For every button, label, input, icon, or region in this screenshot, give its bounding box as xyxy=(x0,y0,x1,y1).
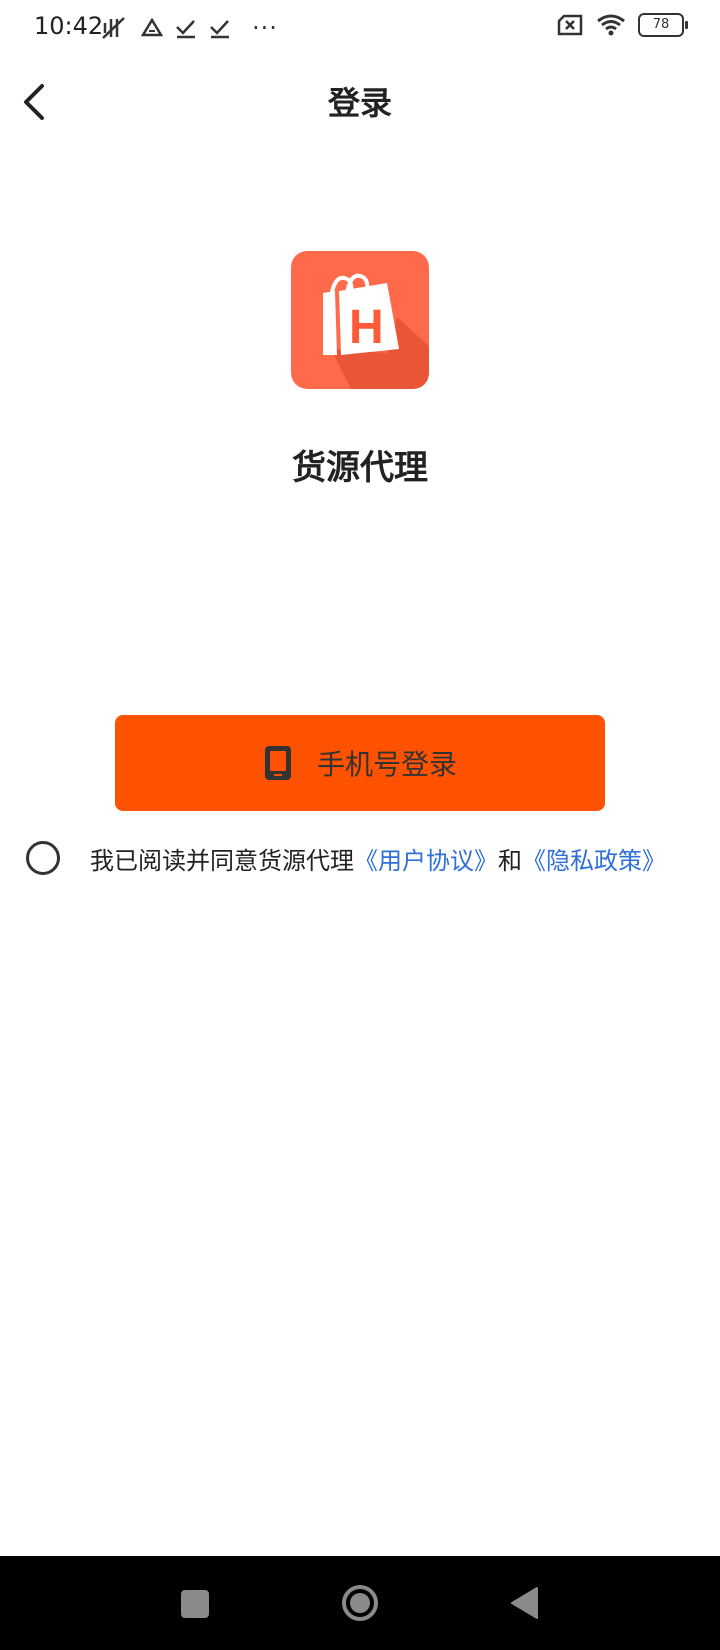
agreement-row: 我已阅读并同意货源代理《用户协议》和《隐私政策》 xyxy=(26,836,706,880)
check-icon xyxy=(210,20,229,39)
agreement-prefix: 我已阅读并同意货源代理 xyxy=(90,846,354,875)
no-sim-icon xyxy=(557,14,583,36)
user-agreement-link[interactable]: 《用户协议》 xyxy=(354,847,498,875)
recent-apps-icon[interactable] xyxy=(181,1590,209,1618)
mute-vibrate-icon xyxy=(102,17,125,39)
status-time: 10:42 xyxy=(34,12,104,40)
phone-icon xyxy=(264,746,291,780)
more-icon: ··· xyxy=(252,14,278,42)
header: 登录 xyxy=(0,62,720,140)
logo-letter: H xyxy=(349,301,384,354)
back-icon[interactable] xyxy=(509,1586,539,1620)
drive-icon xyxy=(140,17,164,37)
home-icon[interactable] xyxy=(341,1584,379,1622)
check-icon xyxy=(176,20,195,39)
agreement-text: 我已阅读并同意货源代理《用户协议》和《隐私政策》 xyxy=(90,841,666,876)
login-button-label: 手机号登录 xyxy=(316,748,457,781)
navigation-bar xyxy=(0,1556,720,1650)
agree-checkbox[interactable] xyxy=(26,841,60,875)
wifi-icon xyxy=(597,14,625,36)
page-title: 登录 xyxy=(327,84,392,122)
status-right-icons: 78 xyxy=(556,13,688,37)
privacy-policy-link[interactable]: 《隐私政策》 xyxy=(522,847,666,875)
status-bar: 10:42 ··· 78 xyxy=(0,0,720,54)
app-logo: H xyxy=(291,251,429,389)
app-name: 货源代理 xyxy=(292,448,428,488)
battery-icon: 78 xyxy=(638,13,688,37)
agreement-conjunction: 和 xyxy=(498,846,522,875)
status-left-icons: ··· xyxy=(100,14,278,42)
phone-login-button[interactable]: 手机号登录 xyxy=(115,715,605,811)
